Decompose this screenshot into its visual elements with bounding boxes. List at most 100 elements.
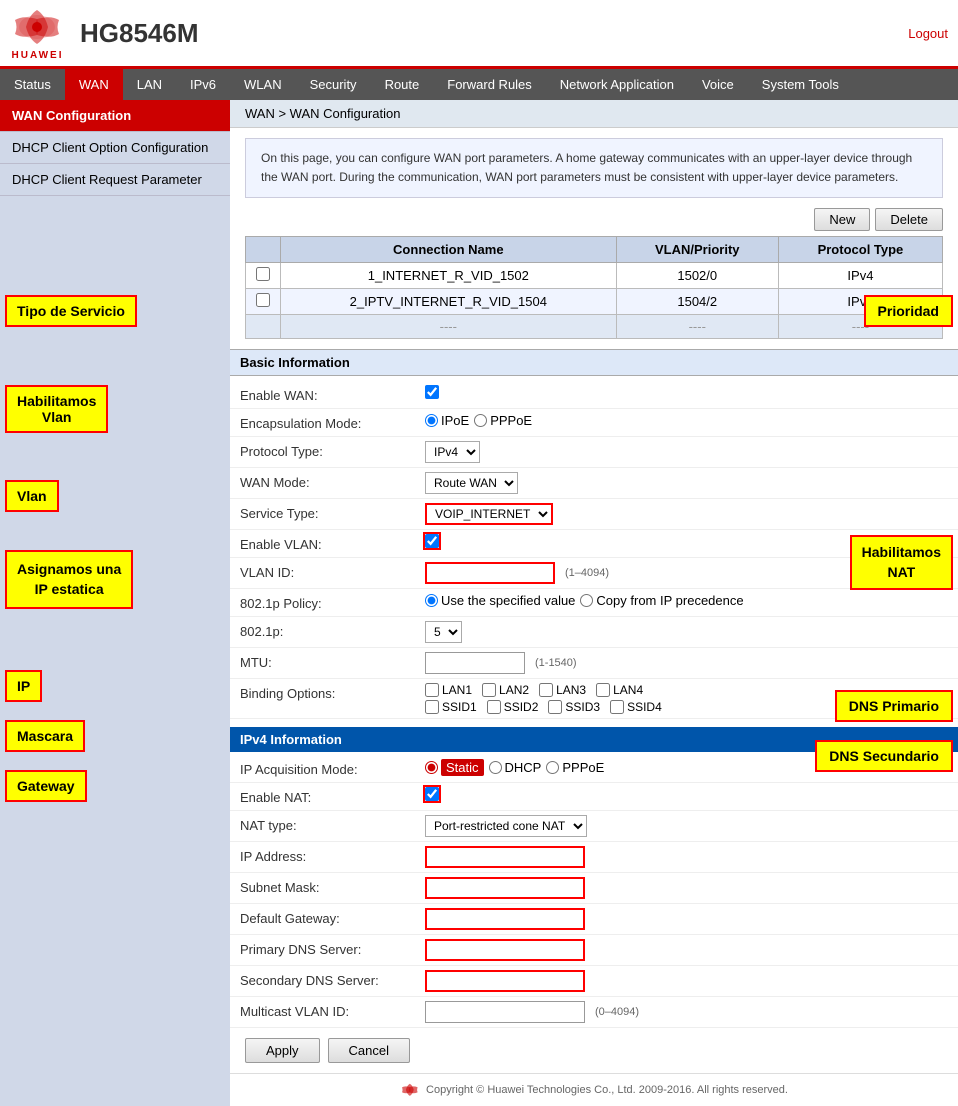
col-vlan: VLAN/Priority [616, 237, 778, 263]
cancel-button[interactable]: Cancel [328, 1038, 410, 1063]
sidebar-dhcp-request[interactable]: DHCP Client Request Parameter [0, 164, 230, 196]
nav-security[interactable]: Security [296, 69, 371, 100]
encap-ipoe-text: IPoE [441, 413, 469, 428]
8021p-select[interactable]: 5 [425, 621, 462, 643]
policy-copy-label[interactable]: Copy from IP precedence [580, 593, 743, 608]
bind-ssid1-cb[interactable] [425, 700, 439, 714]
dns2-input[interactable] [425, 970, 585, 992]
enable-vlan-checkbox[interactable] [425, 534, 439, 548]
policy-value: Use the specified value Copy from IP pre… [425, 593, 948, 608]
bind-ssid3-cb[interactable] [548, 700, 562, 714]
bind-lan2[interactable]: LAN2 [482, 683, 529, 697]
policy-copy-radio[interactable] [580, 594, 593, 607]
dns1-label: Primary DNS Server: [240, 939, 425, 957]
gateway-input[interactable]: 192.168.253.1 [425, 908, 585, 930]
annotation-asignamos-ip: Asignamos unaIP estatica [5, 550, 133, 609]
sidebar-dhcp-option[interactable]: DHCP Client Option Configuration [0, 132, 230, 164]
mtu-input[interactable]: 1500 [425, 652, 525, 674]
acq-static-label[interactable]: Static [425, 759, 484, 776]
enable-nat-row: Enable NAT: [230, 783, 958, 811]
encap-pppoe-label[interactable]: PPPoE [474, 413, 532, 428]
wan-mode-select[interactable]: Route WAN [425, 472, 518, 494]
mtu-hint: (1-1540) [535, 657, 577, 669]
btn-row: New Delete [245, 208, 943, 231]
bind-ssid2-cb[interactable] [487, 700, 501, 714]
nav-wan[interactable]: WAN [65, 69, 123, 100]
nav-route[interactable]: Route [371, 69, 434, 100]
row3-check [246, 315, 281, 339]
basic-info-title: Basic Information [230, 349, 958, 376]
nav-forward-rules[interactable]: Forward Rules [433, 69, 546, 100]
nav-ipv6[interactable]: IPv6 [176, 69, 230, 100]
bind-lan3[interactable]: LAN3 [539, 683, 586, 697]
dns1-input[interactable]: 8.8.8.8 [425, 939, 585, 961]
connection-table: Connection Name VLAN/Priority Protocol T… [245, 236, 943, 339]
8021p-value: 5 [425, 621, 948, 643]
bind-ssid2[interactable]: SSID2 [487, 700, 539, 714]
nav-status[interactable]: Status [0, 69, 65, 100]
main-layout: WAN Configuration DHCP Client Option Con… [0, 100, 958, 1106]
encap-ipoe-label[interactable]: IPoE [425, 413, 469, 428]
row1-check[interactable] [246, 263, 281, 289]
policy-specified-label[interactable]: Use the specified value [425, 593, 575, 608]
bind-lan1-cb[interactable] [425, 683, 439, 697]
bind-lan1[interactable]: LAN1 [425, 683, 472, 697]
nat-type-row: NAT type: Port-restricted cone NAT [230, 811, 958, 842]
multicast-input[interactable] [425, 1001, 585, 1023]
service-type-row: Service Type: VOIP_INTERNET [230, 499, 958, 530]
annotation-habilitamos-nat: HabilitamosNAT [850, 535, 953, 590]
enable-nat-checkbox[interactable] [425, 787, 439, 801]
delete-button[interactable]: Delete [875, 208, 943, 231]
row2-check[interactable] [246, 289, 281, 315]
bind-ssid4-cb[interactable] [610, 700, 624, 714]
sidebar-wan-config[interactable]: WAN Configuration [0, 100, 230, 132]
bind-lan3-cb[interactable] [539, 683, 553, 697]
wan-mode-label: WAN Mode: [240, 472, 425, 490]
nav-voice[interactable]: Voice [688, 69, 748, 100]
nat-type-select[interactable]: Port-restricted cone NAT [425, 815, 587, 837]
bind-ssid1[interactable]: SSID1 [425, 700, 477, 714]
multicast-value: (0–4094) [425, 1001, 948, 1023]
acq-pppoe-label[interactable]: PPPoE [546, 760, 604, 775]
vlan-id-label: VLAN ID: [240, 562, 425, 580]
mask-input[interactable]: 255.255.255.0 [425, 877, 585, 899]
new-button[interactable]: New [814, 208, 870, 231]
bind-ssid3[interactable]: SSID3 [548, 700, 600, 714]
protocol-select[interactable]: IPv4 [425, 441, 480, 463]
row1-checkbox[interactable] [256, 267, 270, 281]
encap-ipoe-radio[interactable] [425, 414, 438, 427]
acq-dhcp-label[interactable]: DHCP [489, 760, 542, 775]
acq-static-radio[interactable] [425, 761, 438, 774]
row2-checkbox[interactable] [256, 293, 270, 307]
bind-lan4-cb[interactable] [596, 683, 610, 697]
acq-dhcp-radio[interactable] [489, 761, 502, 774]
apply-button[interactable]: Apply [245, 1038, 320, 1063]
logout-button[interactable]: Logout [908, 26, 948, 41]
enable-wan-checkbox[interactable] [425, 385, 439, 399]
service-type-value: VOIP_INTERNET [425, 503, 948, 525]
row3-name: ---- [281, 315, 617, 339]
ip-input[interactable]: 192.168.253.20 [425, 846, 585, 868]
protocol-row: Protocol Type: IPv4 [230, 437, 958, 468]
bind-ssid4[interactable]: SSID4 [610, 700, 662, 714]
vlan-id-input[interactable]: 1503 [425, 562, 555, 584]
nat-type-label: NAT type: [240, 815, 425, 833]
wan-mode-value: Route WAN [425, 472, 948, 494]
policy-specified-radio[interactable] [425, 594, 438, 607]
service-type-select[interactable]: VOIP_INTERNET [425, 503, 553, 525]
nav-system-tools[interactable]: System Tools [748, 69, 853, 100]
acq-dhcp-text: DHCP [505, 760, 542, 775]
bind-lan4[interactable]: LAN4 [596, 683, 643, 697]
row3-vlan: ---- [616, 315, 778, 339]
nav-network-app[interactable]: Network Application [546, 69, 688, 100]
acq-pppoe-radio[interactable] [546, 761, 559, 774]
encap-pppoe-radio[interactable] [474, 414, 487, 427]
bind-lan2-cb[interactable] [482, 683, 496, 697]
nav-bar: Status WAN LAN IPv6 WLAN Security Route … [0, 69, 958, 100]
nav-wlan[interactable]: WLAN [230, 69, 296, 100]
8021p-row: 802.1p: 5 [230, 617, 958, 648]
dns2-row: Secondary DNS Server: [230, 966, 958, 997]
acq-label: IP Acquisition Mode: [240, 759, 425, 777]
nav-lan[interactable]: LAN [123, 69, 176, 100]
protocol-value: IPv4 [425, 441, 948, 463]
